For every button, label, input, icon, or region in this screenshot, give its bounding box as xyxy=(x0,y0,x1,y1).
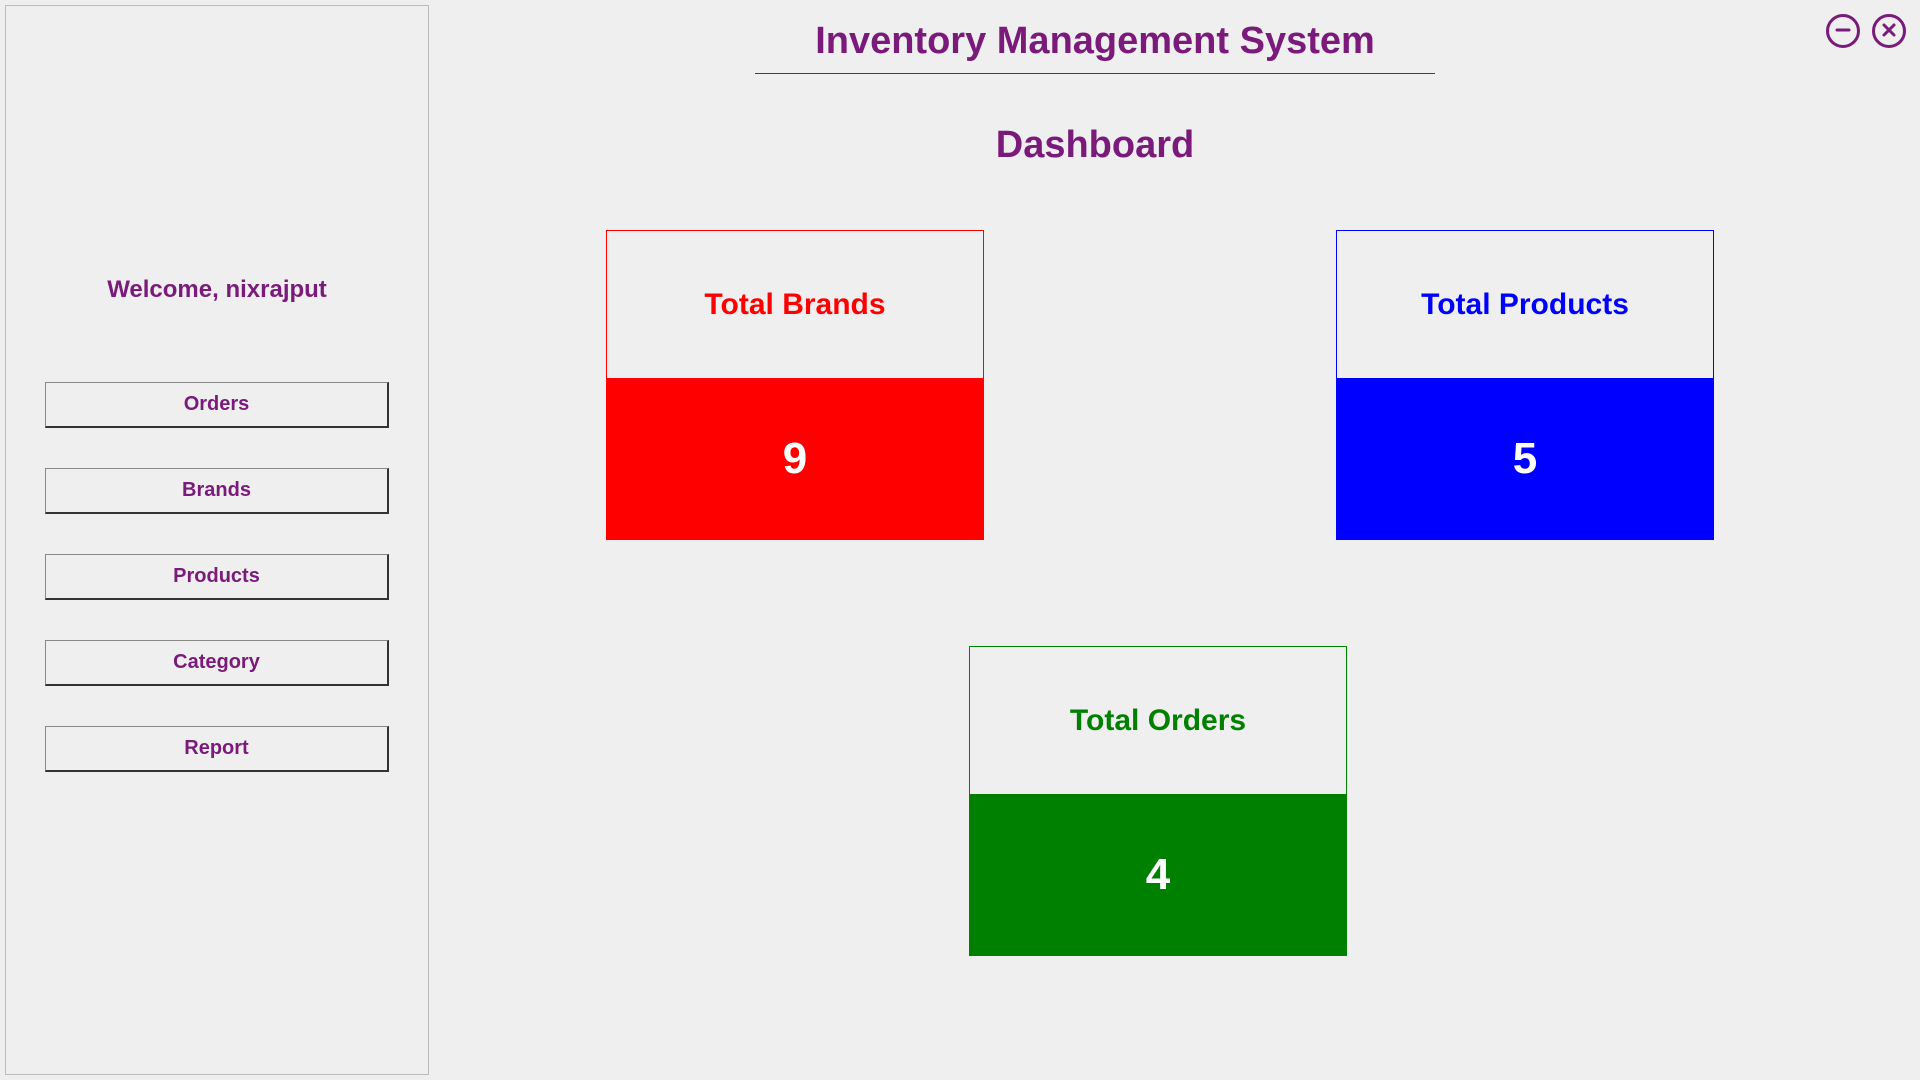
card-products-value: 5 xyxy=(1336,378,1714,540)
sidebar: Welcome, nixrajput Orders Brands Product… xyxy=(5,5,429,1075)
sidebar-item-report[interactable]: Report xyxy=(45,726,389,772)
card-orders-value: 4 xyxy=(969,794,1347,956)
section-title: Dashboard xyxy=(430,124,1760,167)
window-controls xyxy=(1826,14,1906,48)
sidebar-item-category[interactable]: Category xyxy=(45,640,389,686)
sidebar-item-brands[interactable]: Brands xyxy=(45,468,389,514)
welcome-text: Welcome, nixrajput xyxy=(6,276,428,304)
card-products-label: Total Products xyxy=(1336,230,1714,378)
minimize-icon xyxy=(1835,22,1851,41)
card-orders-label: Total Orders xyxy=(969,646,1347,794)
close-button[interactable] xyxy=(1872,14,1906,48)
card-total-orders: Total Orders 4 xyxy=(969,646,1347,956)
card-total-brands: Total Brands 9 xyxy=(606,230,984,540)
card-brands-label: Total Brands xyxy=(606,230,984,378)
sidebar-item-products[interactable]: Products xyxy=(45,554,389,600)
card-total-products: Total Products 5 xyxy=(1336,230,1714,540)
app-title: Inventory Management System xyxy=(755,20,1435,74)
card-brands-value: 9 xyxy=(606,378,984,540)
sidebar-item-orders[interactable]: Orders xyxy=(45,382,389,428)
app-title-wrap: Inventory Management System xyxy=(430,20,1760,74)
minimize-button[interactable] xyxy=(1826,14,1860,48)
close-icon xyxy=(1881,22,1897,41)
